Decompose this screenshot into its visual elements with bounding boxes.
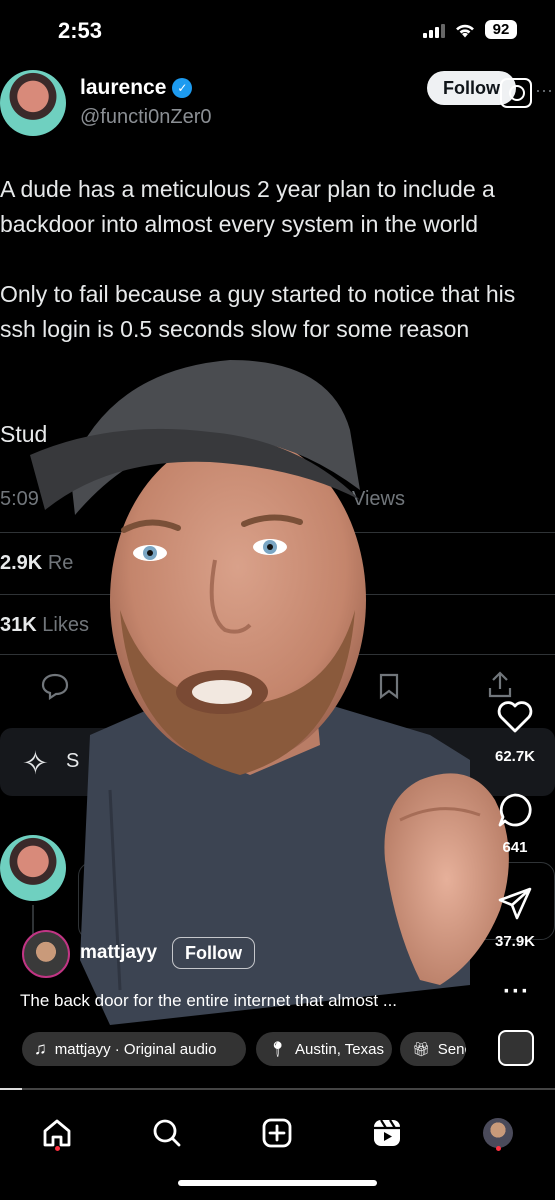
divider xyxy=(0,532,555,533)
tweet-text-paragraph-2: Only to fail because a guy started to no… xyxy=(0,281,516,342)
wifi-icon xyxy=(456,24,474,37)
home-indicator[interactable] xyxy=(178,1180,377,1186)
audio-thumbnail[interactable] xyxy=(498,1030,534,1066)
like-heart-icon[interactable] xyxy=(497,700,533,734)
likes-count: 31K xyxy=(0,614,37,636)
send-share-icon[interactable] xyxy=(497,886,533,922)
profile-avatar xyxy=(483,1118,513,1148)
reel-progress-fill xyxy=(0,1088,23,1090)
notification-dot xyxy=(496,1146,501,1151)
search-icon xyxy=(153,1119,181,1147)
sparkle-icon: ✧ xyxy=(22,745,49,781)
reposts-label: Re xyxy=(47,552,74,574)
divider xyxy=(0,654,555,655)
share-icon[interactable] xyxy=(486,670,514,700)
reel-shares-count: 37.9K xyxy=(494,933,536,950)
reel-comments-count: 641 xyxy=(502,839,528,856)
remix-camera-icon[interactable] xyxy=(500,78,532,108)
send-gift-chip[interactable]: 🎁︎ Send xyxy=(400,1032,466,1066)
notification-dot xyxy=(55,1146,60,1151)
create-icon xyxy=(262,1118,292,1148)
reel-creator-username[interactable]: mattjayy xyxy=(80,942,157,964)
tweet-text-paragraph-3: Stud xyxy=(0,421,48,447)
likes-label: Likes xyxy=(42,614,89,636)
tweet-text-paragraph-1: A dude has a meticulous 2 year plan to i… xyxy=(0,176,495,237)
tweet-author-avatar[interactable] xyxy=(0,70,66,136)
reply-icon[interactable] xyxy=(40,672,70,700)
grok-prompt-bar[interactable] xyxy=(0,728,555,796)
reply-card[interactable] xyxy=(78,862,555,940)
reel-creator-avatar[interactable] xyxy=(22,930,70,978)
nav-create[interactable] xyxy=(252,1108,302,1158)
reel-likes-count: 62.7K xyxy=(494,748,536,765)
home-icon xyxy=(43,1119,71,1147)
more-options-icon[interactable]: ··· xyxy=(503,978,530,1006)
reply-author-avatar[interactable] xyxy=(0,835,66,901)
bookmark-icon[interactable] xyxy=(376,672,402,700)
gift-icon: 🎁︎ xyxy=(412,1040,430,1057)
audio-chip-label: mattjayy · Original audio xyxy=(54,1040,217,1058)
nav-search[interactable] xyxy=(142,1108,192,1158)
reel-caption[interactable]: The back door for the entire internet th… xyxy=(20,991,397,1011)
reels-icon xyxy=(374,1119,400,1146)
send-chip-label: Send xyxy=(437,1040,466,1058)
location-chip[interactable]: 📍︎ Austin, Texas xyxy=(256,1032,392,1066)
reel-progress-bar[interactable] xyxy=(0,1088,555,1090)
tweet-author-name: laurence xyxy=(80,76,167,99)
tweet-timestamp: 5:09 xyxy=(0,488,39,510)
more-options-icon[interactable]: ··· xyxy=(535,80,553,101)
nav-reels[interactable] xyxy=(362,1108,412,1158)
reposts-stat[interactable]: 2.9K Re xyxy=(0,552,73,575)
battery-indicator: 92 xyxy=(485,20,517,39)
cellular-signal-icon xyxy=(423,22,445,38)
reel-follow-button[interactable]: Follow xyxy=(172,937,255,969)
verified-badge-icon: ✓ xyxy=(172,78,193,98)
comment-icon[interactable] xyxy=(497,792,533,828)
grok-prompt-text: S xyxy=(66,750,80,772)
music-note-icon: ♫ xyxy=(34,1039,47,1058)
tweet-author-name-row[interactable]: laurence ✓ xyxy=(80,76,193,100)
status-time: 2:53 xyxy=(58,18,103,43)
tweet-views-label: Views xyxy=(352,488,405,510)
location-pin-icon: 📍︎ xyxy=(268,1041,288,1058)
tweet-author-handle: @functi0nZer0 xyxy=(80,106,212,128)
status-indicators: 92 xyxy=(423,20,517,39)
audio-chip[interactable]: ♫ mattjayy · Original audio xyxy=(22,1032,246,1066)
likes-stat[interactable]: 31K Likes xyxy=(0,614,89,637)
divider xyxy=(0,594,555,595)
reposts-count: 2.9K xyxy=(0,552,43,574)
location-chip-label: Austin, Texas xyxy=(295,1040,384,1058)
